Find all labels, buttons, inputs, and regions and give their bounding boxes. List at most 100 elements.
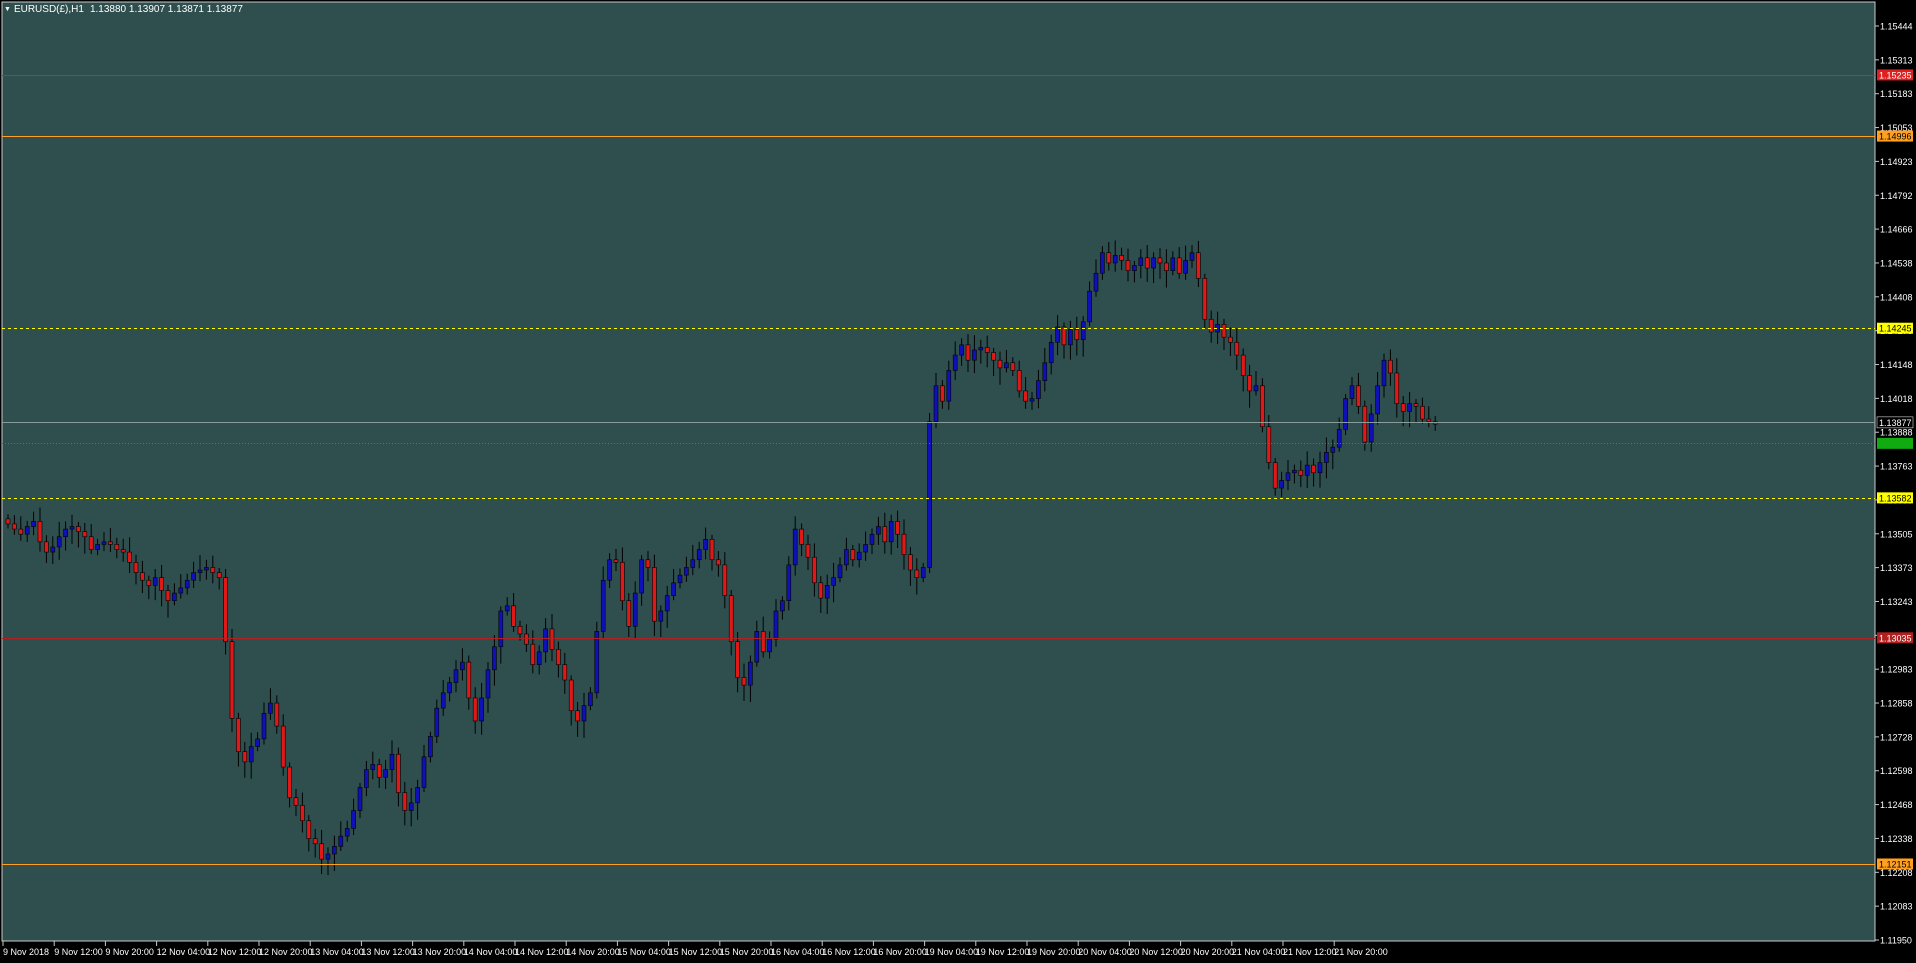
time-tick-label: 12 Nov 04:00 bbox=[157, 947, 211, 957]
bear-candle-body bbox=[511, 605, 516, 627]
bear-candle-body bbox=[1260, 385, 1265, 428]
bear-candle-body bbox=[1176, 257, 1182, 274]
price-level-tag-label: 1.15235 bbox=[1879, 70, 1912, 80]
bull-candle-body bbox=[24, 526, 30, 535]
bear-candle-body bbox=[517, 625, 523, 635]
plot-area[interactable] bbox=[1, 1, 1876, 942]
bear-candle-body bbox=[965, 344, 971, 361]
bull-candle-body bbox=[479, 697, 484, 722]
bear-candle-body bbox=[210, 567, 216, 573]
bear-candle-body bbox=[709, 539, 715, 561]
bull-candle-body bbox=[863, 544, 868, 553]
bull-candle-body bbox=[1138, 257, 1144, 266]
bear-candle-body bbox=[1144, 257, 1150, 269]
candle bbox=[229, 628, 235, 733]
bull-candle-body bbox=[837, 564, 843, 578]
bear-candle-body bbox=[82, 531, 88, 538]
price-tick-label: 1.15444 bbox=[1880, 22, 1913, 32]
price-tick-label: 1.12983 bbox=[1880, 665, 1913, 675]
bear-candle-body bbox=[1400, 403, 1406, 412]
price-tick-label: 1.12598 bbox=[1880, 766, 1913, 776]
bear-candle-body bbox=[908, 554, 913, 571]
bull-candle-body bbox=[588, 692, 593, 706]
bull-candle-body bbox=[671, 582, 676, 596]
bear-candle-body bbox=[1228, 336, 1233, 343]
bear-candle-body bbox=[216, 572, 222, 578]
price-level-tag-label: 1.13035 bbox=[1879, 633, 1912, 643]
bull-candle-body bbox=[204, 567, 209, 571]
bull-candle-body bbox=[959, 344, 964, 356]
bull-candle-body bbox=[248, 746, 254, 763]
bull-candle-body bbox=[664, 595, 670, 612]
bear-candle-body bbox=[1426, 418, 1432, 422]
time-tick-label: 13 Nov 20:00 bbox=[413, 947, 467, 957]
bull-candle-body bbox=[1285, 472, 1291, 481]
bear-candle-body bbox=[1420, 405, 1425, 420]
bear-candle-body bbox=[280, 725, 286, 768]
bear-candle-body bbox=[645, 559, 651, 568]
bear-candle-body bbox=[1202, 278, 1208, 320]
bull-candle-body bbox=[952, 354, 958, 371]
bear-candle-body bbox=[1298, 469, 1304, 476]
bear-candle-body bbox=[652, 567, 657, 622]
bear-candle-body bbox=[1356, 385, 1361, 407]
bull-candle-body bbox=[408, 802, 414, 811]
bear-candle-body bbox=[530, 643, 536, 665]
bull-candle-body bbox=[978, 347, 984, 351]
bull-candle-body bbox=[933, 385, 939, 422]
bear-candle-body bbox=[1074, 329, 1080, 341]
bull-candle-body bbox=[357, 787, 363, 811]
bull-candle-body bbox=[844, 549, 849, 566]
time-tick-label: 12 Nov 20:00 bbox=[259, 947, 313, 957]
price-level-tag-label: 1.14996 bbox=[1879, 132, 1912, 142]
bull-candle-body bbox=[1170, 257, 1176, 271]
bull-candle-body bbox=[1132, 265, 1137, 271]
bull-candle-body bbox=[888, 521, 894, 543]
price-level-tag-label: 1.12151 bbox=[1879, 859, 1912, 869]
bull-candle-body bbox=[485, 669, 491, 699]
bull-candle-body bbox=[332, 846, 337, 855]
bull-candle-body bbox=[1368, 413, 1374, 443]
price-level-tag-label: 1.14245 bbox=[1879, 324, 1912, 334]
bear-candle-body bbox=[44, 541, 49, 553]
bull-candle-body bbox=[434, 707, 440, 737]
time-tick-label: 19 Nov 04:00 bbox=[925, 947, 979, 957]
time-tick-label: 14 Nov 04:00 bbox=[464, 947, 518, 957]
collapse-triangle-icon[interactable]: ▼ bbox=[4, 6, 11, 13]
bull-candle-body bbox=[1151, 257, 1156, 269]
bull-candle-body bbox=[325, 853, 331, 860]
candle bbox=[1260, 378, 1265, 433]
price-tick-label: 1.12083 bbox=[1880, 902, 1913, 912]
price-tick-label: 1.11950 bbox=[1880, 936, 1912, 946]
time-tick-label: 15 Nov 12:00 bbox=[669, 947, 723, 957]
bear-candle-body bbox=[716, 559, 721, 566]
bear-candle-body bbox=[1125, 260, 1131, 271]
bull-candle-body bbox=[389, 753, 395, 770]
bear-candle-body bbox=[466, 661, 472, 699]
bull-candle-body bbox=[178, 587, 184, 594]
bull-candle-body bbox=[946, 370, 952, 402]
price-tick-label: 1.14923 bbox=[1880, 157, 1913, 167]
price-chart[interactable]: 1.154441.153131.151831.150531.149231.147… bbox=[0, 0, 1916, 963]
bull-candle-body bbox=[639, 559, 644, 594]
bear-candle-body bbox=[901, 533, 907, 555]
bear-candle-body bbox=[1266, 426, 1272, 463]
bear-candle-body bbox=[549, 628, 555, 650]
bull-candle-body bbox=[1042, 362, 1048, 381]
price-tick-label: 1.13373 bbox=[1880, 563, 1913, 573]
price-tick-label: 1.13763 bbox=[1880, 462, 1913, 472]
bull-candle-body bbox=[383, 769, 388, 778]
time-tick-label: 16 Nov 20:00 bbox=[873, 947, 927, 957]
bear-candle-body bbox=[562, 664, 568, 681]
price-tick-label: 1.13243 bbox=[1880, 597, 1913, 607]
bear-candle-body bbox=[914, 569, 920, 578]
bear-candle-body bbox=[1119, 254, 1124, 261]
bull-candle-body bbox=[63, 528, 68, 538]
bull-candle-body bbox=[594, 631, 600, 694]
bear-candle-body bbox=[76, 526, 81, 532]
bear-candle-body bbox=[1311, 464, 1316, 474]
bear-candle-body bbox=[1164, 262, 1169, 271]
bull-candle-body bbox=[338, 835, 344, 847]
candle bbox=[594, 621, 600, 699]
bear-candle-body bbox=[991, 352, 996, 361]
